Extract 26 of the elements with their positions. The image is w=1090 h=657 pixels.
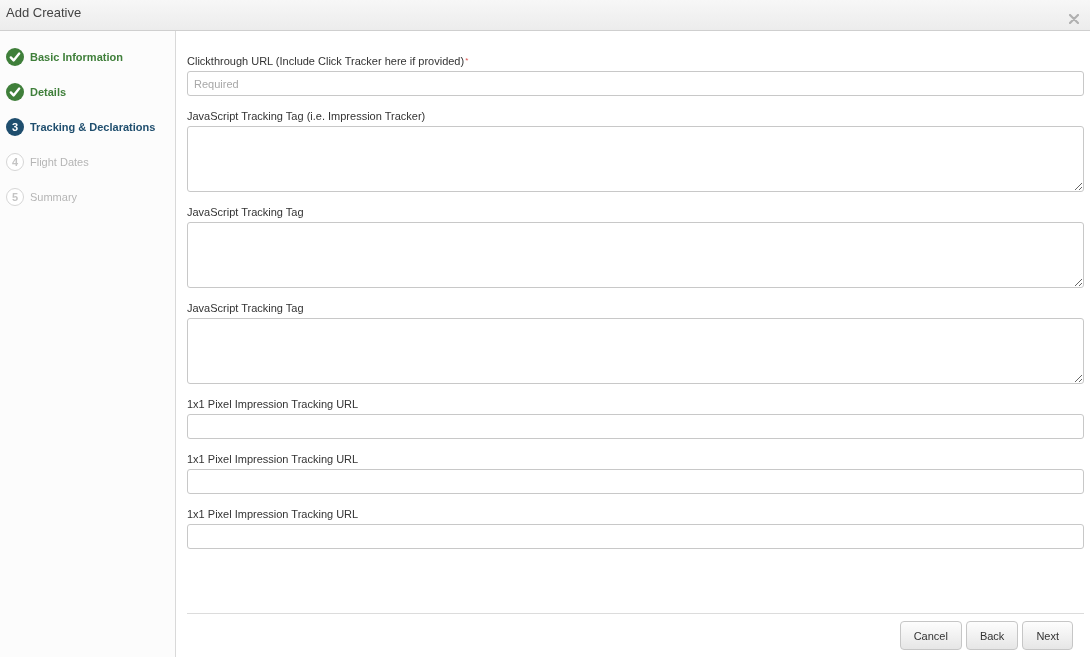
step-label[interactable]: Basic Information	[30, 51, 123, 63]
dialog-title: Add Creative	[6, 5, 82, 20]
step-number: 3	[6, 118, 24, 136]
field-label: 1x1 Pixel Impression Tracking URL	[187, 397, 359, 411]
field-label: 1x1 Pixel Impression Tracking URL	[187, 452, 359, 466]
text-input-field[interactable]	[187, 524, 1084, 549]
textarea-field[interactable]	[187, 222, 1084, 288]
footer-button[interactable]: Back	[965, 621, 1019, 650]
footer-button[interactable]: Next	[1022, 621, 1073, 650]
field-label: JavaScript Tracking Tag (i.e. Impression Tracker)	[187, 109, 426, 123]
text-input-field[interactable]	[187, 469, 1084, 494]
textarea-field[interactable]	[187, 126, 1084, 192]
close-icon	[1069, 14, 1079, 24]
footer-button[interactable]: Cancel	[899, 621, 962, 650]
textarea-field[interactable]	[187, 318, 1084, 384]
field-label: JavaScript Tracking Tag	[187, 205, 304, 219]
close-button[interactable]	[1069, 14, 1079, 24]
step-label[interactable]: Details	[30, 86, 67, 98]
step-number: 4	[6, 153, 24, 171]
text-input-field[interactable]: Required	[187, 71, 1084, 96]
text-input-field[interactable]	[187, 414, 1084, 439]
step-number: 5	[6, 188, 24, 206]
field-label: 1x1 Pixel Impression Tracking URL	[187, 507, 359, 521]
field-label: JavaScript Tracking Tag	[187, 301, 304, 315]
step-label[interactable]: Tracking & Declarations	[30, 121, 156, 133]
field-label: Clickthrough URL (Include Click Tracker here if provided)*	[187, 54, 469, 68]
